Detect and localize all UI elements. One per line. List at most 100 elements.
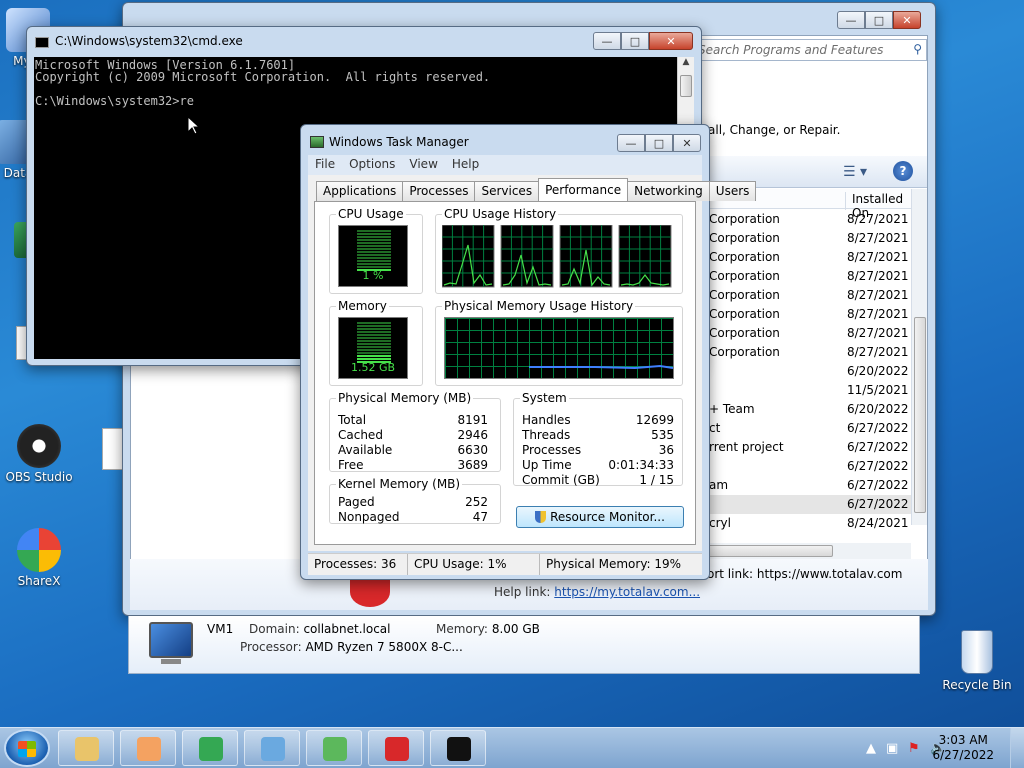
program-row[interactable]: Corporation 8/27/2021 <box>701 248 911 267</box>
resource-monitor-button[interactable]: Resource Monitor... <box>516 506 684 528</box>
network-icon[interactable]: ▣ <box>886 741 898 756</box>
program-row[interactable]: Corporation 8/27/2021 <box>701 210 911 229</box>
taskbar-app-explorer[interactable] <box>58 730 114 766</box>
tab-processes[interactable]: Processes <box>402 181 476 201</box>
search-icon[interactable]: ⚲ <box>913 42 922 56</box>
taskbar-app-chrome[interactable] <box>182 730 238 766</box>
program-row[interactable]: ct 6/27/2022 <box>701 419 911 438</box>
taskbar-app-cmd[interactable] <box>430 730 486 766</box>
program-installed-date: 6/27/2022 <box>847 440 909 454</box>
program-row[interactable]: rrent project 6/27/2022 <box>701 438 911 457</box>
desktop-icon-sharex[interactable]: ShareX <box>0 528 79 588</box>
program-row[interactable]: + Team 6/20/2022 <box>701 400 911 419</box>
taskbar-app-task-manager[interactable] <box>306 730 362 766</box>
tab-services[interactable]: Services <box>474 181 540 201</box>
program-row[interactable]: cryl 8/24/2021 <box>701 514 911 533</box>
scroll-thumb[interactable] <box>680 75 692 97</box>
help-link-row: Help link: https://my.totalav.com... <box>494 585 700 599</box>
control-panel-icon <box>261 737 285 761</box>
program-list: Corporation 8/27/2021 Corporation 8/27/2021… <box>701 210 911 533</box>
help-link[interactable]: https://my.totalav.com... <box>554 585 700 599</box>
menu-help[interactable]: Help <box>445 155 486 175</box>
maximize-button[interactable]: □ <box>621 32 649 50</box>
explorer-icon <box>75 737 99 761</box>
cpu-usage-meter: 1 % <box>338 225 408 287</box>
menu-file[interactable]: File <box>308 155 342 175</box>
meter-segment <box>357 260 391 262</box>
tab-applications[interactable]: Applications <box>316 181 404 201</box>
maximize-button[interactable]: □ <box>865 11 893 29</box>
desktop-icon-recycle-bin[interactable]: Recycle Bin <box>942 630 1012 692</box>
meter-segment <box>357 233 391 235</box>
minimize-button[interactable]: — <box>617 134 645 152</box>
program-row[interactable]: 6/27/2022 <box>701 495 911 514</box>
scroll-up-icon[interactable]: ▲ <box>678 57 694 74</box>
performance-page: CPU Usage 1 % CPU Usage History Memory 1… <box>314 201 696 545</box>
stat-label: Nonpaged <box>338 510 400 524</box>
stat-label: Commit (GB) <box>522 473 600 487</box>
taskbar-app-media-player[interactable] <box>120 730 176 766</box>
scroll-thumb[interactable] <box>914 317 926 513</box>
desktop-icon-obs-studio[interactable]: OBS Studio <box>0 424 79 484</box>
menu-view[interactable]: View <box>402 155 444 175</box>
minimize-button[interactable]: — <box>593 32 621 50</box>
cmd-titlebar[interactable]: C:\Windows\system32\cmd.exe — □ ✕ <box>27 27 701 57</box>
totalav-shield-icon <box>350 577 390 607</box>
system-values: Handles 12699 Threads 535 Processes 36 Up Time… <box>522 413 674 488</box>
show-desktop-button[interactable] <box>1010 728 1024 768</box>
tab-networking[interactable]: Networking <box>627 181 710 201</box>
support-link[interactable]: https://www.totalav.com <box>757 567 903 581</box>
maximize-button[interactable]: □ <box>645 134 673 152</box>
start-button[interactable] <box>4 729 50 767</box>
close-button[interactable]: ✕ <box>673 134 701 152</box>
vertical-scrollbar[interactable] <box>911 189 927 525</box>
clock[interactable]: 3:03 AM 6/27/2022 <box>932 733 994 763</box>
program-row[interactable]: Corporation 8/27/2021 <box>701 267 911 286</box>
taskbar-app-totalav[interactable] <box>368 730 424 766</box>
support-link-label: ort link: <box>707 567 754 581</box>
task-manager-window[interactable]: Windows Task Manager — □ ✕ File Options … <box>300 124 757 580</box>
meter-segment <box>357 254 391 256</box>
program-row[interactable]: Corporation 8/27/2021 <box>701 286 911 305</box>
close-button[interactable]: ✕ <box>649 32 693 50</box>
support-link-row: ort link: https://www.totalav.com <box>707 567 902 581</box>
recycle-bin-label: Recycle Bin <box>942 678 1012 692</box>
task-manager-titlebar[interactable]: Windows Task Manager — □ ✕ <box>301 125 709 155</box>
program-row[interactable]: Corporation 8/27/2021 <box>701 305 911 324</box>
help-icon[interactable]: ? <box>893 161 913 181</box>
cpu-history-label: CPU Usage History <box>442 207 559 221</box>
meter-segment <box>357 343 391 345</box>
system-tray: ▲ ▣ ⚑ 🔈 3:03 AM 6/27/2022 <box>834 728 1024 768</box>
tab-performance[interactable]: Performance <box>538 178 629 201</box>
program-row[interactable]: Corporation 8/27/2021 <box>701 229 911 248</box>
program-row[interactable]: 6/20/2022 <box>701 362 911 381</box>
show-hidden-icons-icon[interactable]: ▲ <box>866 741 876 756</box>
physical-memory-values: Total 8191 Cached 2946 Available 6630 Free 3689 <box>338 413 488 473</box>
program-row[interactable]: Corporation 8/27/2021 <box>701 324 911 343</box>
menu-options[interactable]: Options <box>342 155 402 175</box>
action-center-icon[interactable]: ⚑ <box>908 741 920 756</box>
tab-users[interactable]: Users <box>708 181 757 201</box>
clock-date: 6/27/2022 <box>932 748 994 762</box>
program-row[interactable]: am 6/27/2022 <box>701 476 911 495</box>
program-installed-date: 6/20/2022 <box>847 364 909 378</box>
view-options-icon[interactable]: ☰ ▾ <box>843 164 867 180</box>
program-installed-date: 8/27/2021 <box>847 250 909 264</box>
search-input[interactable]: Search Programs and Features ⚲ <box>691 39 927 61</box>
program-row[interactable]: Corporation 8/27/2021 <box>701 343 911 362</box>
cpu-core-graph <box>559 225 613 288</box>
stat-value: 2946 <box>457 428 488 442</box>
desktop-icon-text-file[interactable] <box>102 428 124 470</box>
chrome-icon <box>199 737 223 761</box>
program-row[interactable]: 6/27/2022 <box>701 457 911 476</box>
cpu-usage-group: CPU Usage 1 % <box>329 207 423 294</box>
taskbar-app-control-panel[interactable] <box>244 730 300 766</box>
horizontal-scrollbar[interactable] <box>701 543 911 559</box>
program-row[interactable]: 11/5/2021 <box>701 381 911 400</box>
processor-value: AMD Ryzen 7 5800X 8-C... <box>305 640 463 654</box>
close-button[interactable]: ✕ <box>893 11 921 29</box>
minimize-button[interactable]: — <box>837 11 865 29</box>
scroll-thumb[interactable] <box>703 545 833 557</box>
memory-label: Memory <box>336 299 389 313</box>
column-installed-on[interactable]: Installed On <box>845 192 911 220</box>
